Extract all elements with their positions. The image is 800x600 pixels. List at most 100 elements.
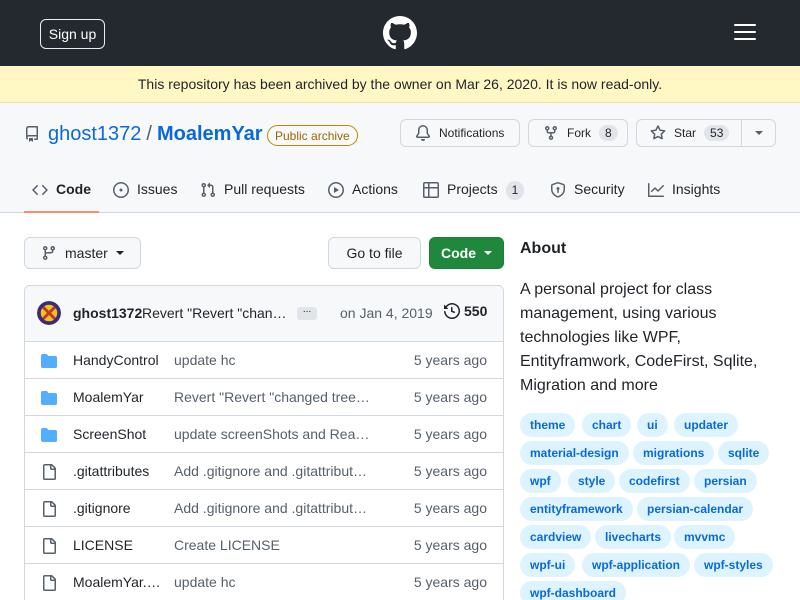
file-name[interactable]: MoalemYar [73, 389, 161, 405]
github-logo-icon[interactable] [383, 16, 417, 50]
topic-tag[interactable]: cardview [520, 525, 592, 549]
table-icon [423, 182, 439, 198]
file-icon [43, 464, 56, 480]
fork-label: Fork [567, 126, 591, 140]
archive-badge: Public archive [267, 125, 358, 146]
chevron-down-icon [754, 131, 763, 135]
hamburger-menu-icon[interactable] [733, 24, 757, 42]
topic-tag[interactable]: wpf-application [582, 553, 690, 577]
file-row[interactable]: HandyControl update hc 5 years ago [25, 342, 503, 379]
topic-tag[interactable]: persian-calendar [637, 497, 754, 521]
file-age: 5 years ago [413, 389, 487, 405]
file-name[interactable]: HandyControl [73, 352, 161, 368]
topic-tag[interactable]: style [568, 469, 616, 493]
topic-tag[interactable]: ui [637, 413, 668, 437]
file-age: 5 years ago [413, 352, 487, 368]
file-commit-message[interactable]: Revert "Revert "changed treeview style"" [174, 389, 370, 405]
pull-request-icon [201, 182, 216, 198]
about-description: A personal project for class management,… [520, 281, 758, 394]
issue-icon [113, 182, 129, 198]
file-name[interactable]: .gitignore [73, 500, 161, 516]
commit-message-link[interactable]: Revert "Revert "changed treeview style"" [142, 305, 290, 321]
latest-commit-bar: ghost1372 Revert "Revert "changed treevi… [25, 286, 503, 342]
repo-name-link[interactable]: MoalemYar [157, 123, 263, 146]
repo-icon [25, 126, 38, 142]
file-commit-message[interactable]: Add .gitignore and .gitattributes. [174, 500, 370, 516]
repo-tabs: Code Issues Pull requests Actions Projec… [0, 176, 800, 213]
repo-title: ghost1372 / MoalemYar [48, 123, 263, 146]
topic-tag[interactable]: migrations [633, 441, 715, 465]
commit-date: on Jan 4, 2019 [340, 305, 433, 321]
commit-history-link[interactable]: 550 [444, 303, 487, 319]
go-to-file-button[interactable]: Go to file [328, 237, 421, 269]
tab-issues[interactable]: Issues [113, 176, 177, 213]
fork-icon [545, 126, 557, 141]
commit-expand-button[interactable]: ... [297, 305, 317, 320]
repo-header: ghost1372 / MoalemYar Public archive Not… [0, 103, 800, 213]
file-name[interactable]: LICENSE [73, 537, 161, 553]
topic-tag[interactable]: wpf-ui [520, 553, 576, 577]
star-count: 53 [704, 125, 730, 141]
notifications-button[interactable]: Notifications [400, 119, 520, 147]
branch-selector[interactable]: master [24, 237, 141, 269]
topic-tag[interactable]: chart [582, 413, 632, 437]
file-row[interactable]: LICENSE Create LICENSE 5 years ago [25, 527, 503, 564]
commit-author-link[interactable]: ghost1372 [73, 305, 142, 321]
tab-security[interactable]: Security [550, 176, 625, 213]
about-heading: About [520, 240, 567, 257]
folder-icon [41, 354, 57, 368]
file-age: 5 years ago [413, 426, 487, 442]
topic-tag[interactable]: wpf-styles [694, 553, 773, 577]
topic-tag[interactable]: entityframework [520, 497, 633, 521]
archive-banner-text: This repository has been archived by the… [137, 76, 663, 92]
tab-code[interactable]: Code [24, 176, 99, 213]
topic-tag[interactable]: material-design [520, 441, 629, 465]
repo-separator: / [146, 123, 152, 145]
notifications-label: Notifications [439, 126, 505, 140]
file-age: 5 years ago [413, 500, 487, 516]
tab-pull-requests[interactable]: Pull requests [200, 176, 305, 213]
topic-tag[interactable]: codefirst [619, 469, 690, 493]
code-dropdown-button[interactable]: Code [429, 237, 504, 269]
tab-security-label: Security [574, 181, 625, 197]
topic-tag[interactable]: updater [674, 413, 739, 437]
code-button-label: Code [441, 245, 476, 261]
folder-icon [41, 428, 57, 442]
topic-tag[interactable]: sqlite [718, 441, 770, 465]
tab-insights[interactable]: Insights [648, 176, 720, 213]
fork-button[interactable]: Fork 8 [528, 119, 628, 147]
topic-tag[interactable]: persian [694, 469, 757, 493]
tab-actions[interactable]: Actions [328, 176, 398, 213]
topic-tag[interactable]: theme [520, 413, 576, 437]
star-dropdown-button[interactable] [741, 119, 776, 147]
topic-tag[interactable]: mvvmc [674, 525, 736, 549]
tab-projects[interactable]: Projects 1 [423, 176, 525, 213]
file-commit-message[interactable]: update hc [174, 574, 370, 590]
branch-icon [42, 246, 55, 261]
file-name[interactable]: ScreenShot [73, 426, 161, 442]
file-row[interactable]: .gitignore Add .gitignore and .gitattrib… [25, 490, 503, 527]
topic-tag[interactable]: livecharts [595, 525, 672, 549]
topic-tag[interactable]: wpf-dashboard [520, 581, 626, 600]
file-row[interactable]: .gitattributes Add .gitignore and .gitat… [25, 453, 503, 490]
topic-tag[interactable]: wpf [520, 469, 561, 493]
file-icon [43, 501, 56, 517]
file-commit-message[interactable]: Add .gitignore and .gitattributes. [174, 463, 370, 479]
avatar[interactable] [37, 301, 61, 325]
file-row[interactable]: MoalemYar.sln update hc 5 years ago [25, 564, 503, 600]
file-commit-message[interactable]: Create LICENSE [174, 537, 370, 553]
file-name[interactable]: .gitattributes [73, 463, 161, 479]
repo-owner-link[interactable]: ghost1372 [48, 123, 141, 146]
bell-icon [415, 125, 430, 141]
star-button[interactable]: Star 53 [636, 119, 742, 147]
file-commit-message[interactable]: update hc [174, 352, 370, 368]
tab-pull-requests-label: Pull requests [224, 181, 305, 197]
file-row[interactable]: ScreenShot update screenShots and Readme… [25, 416, 503, 453]
file-commit-message[interactable]: update screenShots and Readme [174, 426, 370, 442]
file-list: ghost1372 Revert "Revert "changed treevi… [24, 285, 504, 600]
file-row[interactable]: MoalemYar Revert "Revert "changed treevi… [25, 379, 503, 416]
file-icon [43, 575, 56, 591]
tab-code-label: Code [56, 181, 91, 197]
file-name[interactable]: MoalemYar.sln [73, 574, 161, 590]
sign-up-button[interactable]: Sign up [40, 19, 105, 49]
